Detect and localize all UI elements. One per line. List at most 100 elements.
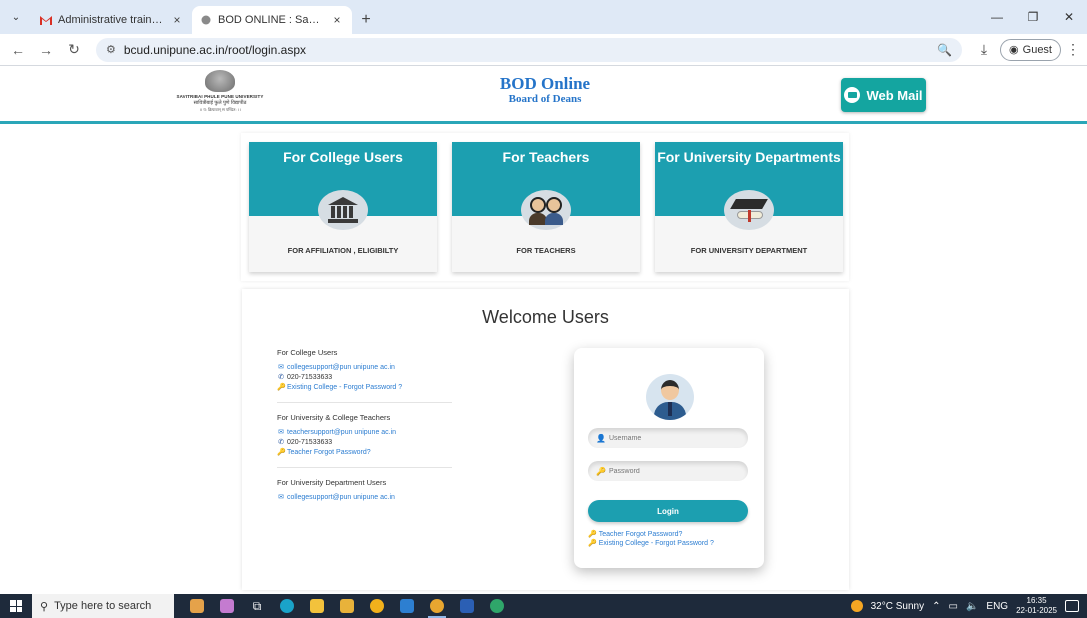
contact-email[interactable]: ✉ teachersupport@pun unipune ac.in: [277, 428, 452, 438]
welcome-title: Welcome Users: [482, 307, 609, 327]
start-button[interactable]: [0, 594, 32, 618]
taskbar-apps: ⧉: [182, 594, 512, 618]
link-text: Existing College - Forgot Password ?: [287, 384, 403, 391]
task-view-icon[interactable]: ⧉: [242, 594, 272, 618]
notification-icon[interactable]: [1065, 600, 1079, 612]
system-tray: 32°C Sunny ⌃ ▭ 🔈 ENG 16:35 22-01-2025: [850, 596, 1087, 616]
contact-phone: ✆ 020-71533633: [277, 438, 452, 448]
contact-group-teachers: For University & College Teachers ✉ teach…: [277, 413, 452, 468]
weather-text[interactable]: 32°C Sunny: [871, 601, 924, 612]
logo-marathi-text: सावित्रीबाई फुले पुणे विद्यापीठ: [193, 100, 247, 106]
profile-icon: ◉: [1009, 44, 1019, 56]
zoom-icon[interactable]: 🔍: [937, 43, 952, 57]
profile-button[interactable]: ◉ Guest: [1000, 38, 1061, 61]
contact-group-college: For College Users ✉ collegesupport@pun un…: [277, 348, 452, 403]
edge-icon[interactable]: [272, 594, 302, 618]
card-college-users[interactable]: For College Users FOR AFFILIATION , ELIG…: [249, 142, 437, 272]
chrome-profile-icon[interactable]: [482, 594, 512, 618]
username-input[interactable]: [609, 434, 739, 442]
login-links: 🔑 Teacher Forgot Password? 🔑 Existing Coll…: [588, 530, 758, 548]
password-input[interactable]: [609, 467, 739, 475]
chrome-active-icon[interactable]: [422, 594, 452, 618]
restore-icon[interactable]: ❐: [1015, 0, 1051, 34]
contact-group-departments: For University Department Users ✉ college…: [277, 478, 452, 512]
logo-english-text: SAVITRIBAI PHULE PUNE UNIVERSITY: [176, 94, 264, 99]
user-avatar-icon: [646, 374, 694, 420]
contact-phone: ✆ 020-71533633: [277, 373, 452, 383]
tray-chevron-icon[interactable]: ⌃: [932, 601, 940, 612]
phone-text: 020-71533633: [287, 439, 333, 446]
mail-icon: [844, 87, 861, 103]
link-text: Existing College - Forgot Password ?: [598, 540, 714, 547]
reload-icon[interactable]: ↻: [62, 38, 86, 62]
link-text: Teacher Forgot Password?: [598, 531, 683, 538]
teacher-forgot-password-link[interactable]: 🔑 Teacher Forgot Password?: [277, 448, 452, 458]
email-text: teachersupport@pun unipune ac.in: [287, 429, 397, 436]
file-explorer-icon[interactable]: [302, 594, 332, 618]
envelope-icon: ✉: [278, 364, 284, 371]
brand-title: BOD Online: [499, 74, 591, 93]
menu-icon[interactable]: ⋮: [1065, 41, 1081, 58]
contact-title: For University Department Users: [277, 478, 387, 487]
windows-taskbar: ⚲ Type here to search ⧉ 32°C Sunny ⌃ ▭ 🔈…: [0, 594, 1087, 618]
address-bar[interactable]: ⚙ bcud.unipune.ac.in/root/login.aspx 🔍: [96, 37, 963, 62]
chrome-icon[interactable]: [362, 594, 392, 618]
site-info-icon[interactable]: ⚙: [106, 43, 116, 56]
link-text: Teacher Forgot Password?: [287, 449, 371, 456]
tab-search-chevron-icon[interactable]: ⌄: [0, 0, 32, 34]
card-caption: FOR UNIVERSITY DEPARTMENT: [690, 246, 808, 255]
volume-icon[interactable]: 🔈: [966, 601, 978, 612]
contact-title: For University & College Teachers: [277, 413, 391, 422]
login-card: 👤 🔑 Login 🔑Teacher Forgot Password? 🔑Exi…: [574, 348, 764, 568]
tab-close-icon[interactable]: ×: [330, 13, 344, 27]
key-icon: 🔑: [588, 540, 597, 547]
window-controls: — ❐ ✕: [979, 0, 1087, 34]
store-icon[interactable]: [332, 594, 362, 618]
close-window-icon[interactable]: ✕: [1051, 0, 1087, 34]
teacher-forgot-password-link[interactable]: 🔑 Teacher Forgot Password?: [588, 530, 758, 539]
clock-date: 22-01-2025: [1016, 606, 1057, 615]
widgets-icon[interactable]: [182, 594, 212, 618]
photos-icon[interactable]: [212, 594, 242, 618]
username-field[interactable]: 👤: [588, 428, 748, 448]
key-icon: 🔑: [277, 384, 286, 391]
tab-close-icon[interactable]: ×: [170, 13, 184, 27]
college-forgot-password-link[interactable]: 🔑 Existing College - Forgot Password ?: [277, 383, 452, 393]
network-icon[interactable]: ▭: [949, 601, 958, 612]
login-button[interactable]: Login: [588, 500, 748, 522]
windows-logo-icon: [10, 600, 22, 612]
browser-chrome: ⌄ Administrative training Program × BOD …: [0, 0, 1087, 66]
card-university-departments[interactable]: For University Departments FOR UNIVERSIT…: [655, 142, 843, 272]
tab-gmail[interactable]: Administrative training Program ×: [32, 6, 192, 34]
contact-email[interactable]: ✉ collegesupport@pun unipune ac.in: [277, 493, 452, 503]
web-mail-button[interactable]: Web Mail: [841, 78, 926, 112]
outlook-icon[interactable]: [392, 594, 422, 618]
forward-icon[interactable]: →: [34, 38, 58, 62]
password-field[interactable]: 🔑: [588, 461, 748, 481]
college-forgot-password-link[interactable]: 🔑 Existing College - Forgot Password ?: [588, 539, 758, 548]
tab-bod-online[interactable]: BOD ONLINE : SavitriBai Phule Pune Unive…: [192, 6, 352, 34]
search-icon: ⚲: [40, 600, 49, 613]
card-teachers[interactable]: For Teachers FOR TEACHERS: [452, 142, 640, 272]
language-indicator[interactable]: ENG: [986, 601, 1008, 612]
card-caption: FOR AFFILIATION , ELIGIBILTY: [287, 246, 399, 255]
contact-email[interactable]: ✉ collegesupport@pun unipune ac.in: [277, 363, 452, 373]
university-logo[interactable]: SAVITRIBAI PHULE PUNE UNIVERSITY सावित्र…: [170, 70, 270, 120]
university-emblem-icon: [205, 70, 235, 92]
site-brand: BOD Online Board of Deans: [470, 74, 620, 105]
key-icon: 🔑: [277, 449, 286, 456]
contact-title: For College Users: [277, 348, 338, 357]
minimize-icon[interactable]: —: [979, 0, 1015, 34]
gmail-icon: [40, 15, 52, 25]
new-tab-button[interactable]: +: [352, 6, 380, 34]
graduation-cap-icon: [724, 190, 774, 230]
phone-icon: ✆: [278, 374, 284, 381]
tab-title: Administrative training Program: [58, 14, 164, 26]
download-icon[interactable]: ⤓: [972, 41, 996, 58]
taskbar-search-placeholder: Type here to search: [54, 600, 152, 612]
teachers-icon: [521, 190, 571, 230]
back-icon[interactable]: ←: [6, 38, 30, 62]
clock[interactable]: 16:35 22-01-2025: [1016, 596, 1057, 616]
word-icon[interactable]: [452, 594, 482, 618]
taskbar-search[interactable]: ⚲ Type here to search: [32, 594, 174, 618]
